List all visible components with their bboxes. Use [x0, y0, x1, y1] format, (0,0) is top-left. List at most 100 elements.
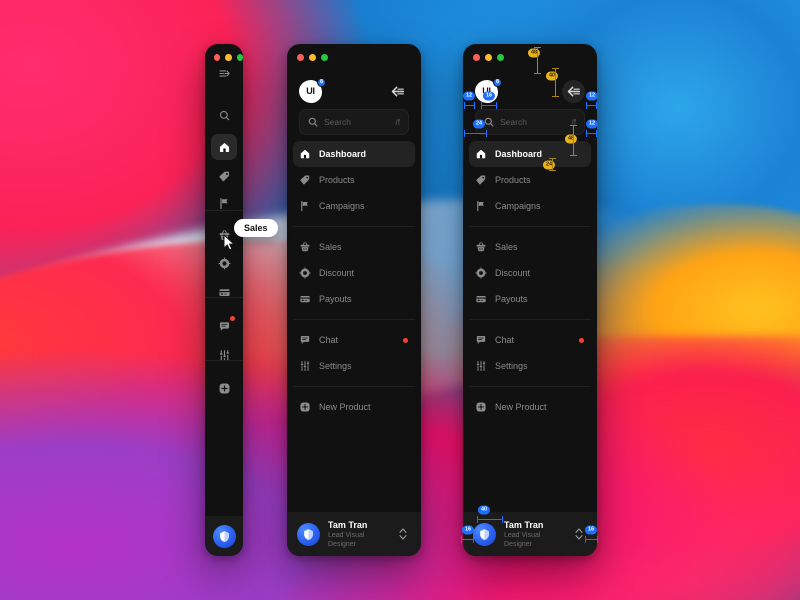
sidebar-item-label: Payouts [495, 294, 528, 304]
rail-item-campaigns[interactable] [211, 190, 237, 216]
sidebar-item-discount[interactable]: Discount [293, 260, 415, 286]
rail-item-dashboard[interactable] [211, 134, 237, 160]
collapse-sidebar-button[interactable] [386, 80, 409, 103]
rail-item-products[interactable] [211, 163, 237, 189]
chevron-updown-icon[interactable] [571, 526, 587, 542]
minimize-button[interactable] [485, 54, 492, 61]
nav-divider [293, 319, 415, 320]
sidebar-item-payouts[interactable]: Payouts [469, 286, 591, 312]
sidebar-item-campaigns[interactable]: Campaigns [293, 193, 415, 219]
sidebar-item-label: Discount [495, 268, 531, 278]
avatar[interactable] [297, 522, 320, 546]
app-logo-badge: 8 [317, 77, 326, 87]
arrow-cursor [223, 233, 236, 256]
sidebar-item-settings[interactable]: Settings [469, 353, 591, 379]
home-icon [299, 148, 311, 160]
card-icon [299, 293, 311, 305]
collapsed-user-footer[interactable] [205, 516, 243, 556]
arrow-right-collapse-icon [218, 67, 231, 80]
sidebar-item-label: Chat [495, 335, 515, 345]
user-meta: Tam Tran Lead Visual Designer [328, 520, 387, 549]
search-placeholder: Search [324, 117, 351, 127]
maximize-button[interactable] [236, 54, 243, 61]
sidebar-item-discount[interactable]: Discount [469, 260, 591, 286]
sidebar-item-settings[interactable]: Settings [293, 353, 415, 379]
user-role: Lead Visual Designer [504, 531, 541, 548]
search-input[interactable]: Search /f [475, 109, 585, 135]
card-icon [475, 293, 487, 305]
collapsed-sidebar-window [205, 44, 243, 556]
sidebar-item-label: Settings [495, 361, 528, 371]
sidebar-item-campaigns[interactable]: Campaigns [469, 193, 591, 219]
search-icon [484, 117, 494, 127]
minimize-button[interactable] [309, 54, 316, 61]
chat-icon [475, 334, 487, 346]
chevron-updown-icon[interactable] [395, 526, 411, 542]
collapse-sidebar-button[interactable] [562, 79, 585, 103]
collapsed-rail [205, 61, 243, 556]
sidebar-item-sales[interactable]: Sales [293, 234, 415, 260]
discount-icon [475, 267, 487, 279]
tag-icon [475, 174, 487, 186]
close-button[interactable] [297, 54, 304, 61]
rail-item-payouts[interactable] [211, 279, 237, 305]
notification-dot [230, 316, 235, 321]
flag-icon [475, 200, 487, 212]
user-role: Lead Visual Designer [328, 531, 365, 548]
sidebar-item-label: New Product [319, 402, 371, 412]
nav-divider [293, 226, 415, 227]
rail-item-expand[interactable] [211, 60, 237, 86]
maximize-button[interactable] [497, 54, 504, 61]
sidebar-item-label: Chat [319, 335, 339, 345]
flag-icon [299, 200, 311, 212]
sidebar-item-label: Settings [319, 361, 352, 371]
sliders-icon [475, 360, 487, 372]
window-traffic-lights [463, 44, 597, 61]
user-footer[interactable]: Tam Tran Lead Visual Designer [463, 512, 597, 556]
sidebar-item-sales[interactable]: Sales [469, 234, 591, 260]
sidebar-item-label: Campaigns [495, 201, 541, 211]
home-icon [475, 148, 487, 160]
spec-sidebar-window: UI 8 Search /f Dashboard Products Campaign… [463, 44, 597, 556]
sidebar-item-new-product[interactable]: New Product [293, 394, 415, 420]
sidebar-item-label: Campaigns [319, 201, 365, 211]
sidebar-item-products[interactable]: Products [293, 167, 415, 193]
discount-icon [299, 267, 311, 279]
sidebar-item-dashboard[interactable]: Dashboard [293, 141, 415, 167]
rail-divider-2 [205, 297, 243, 298]
search-shortcut: /f [395, 117, 400, 127]
sliders-icon [299, 360, 311, 372]
search-icon [218, 109, 231, 122]
sidebar-item-chat[interactable]: Chat [293, 327, 415, 353]
maximize-button[interactable] [321, 54, 328, 61]
sidebar-item-label: Discount [319, 268, 355, 278]
rail-item-chat[interactable] [211, 313, 237, 339]
flag-icon [218, 197, 231, 210]
avatar[interactable] [473, 522, 496, 546]
close-button[interactable] [473, 54, 480, 61]
sidebar-item-products[interactable]: Products [469, 167, 591, 193]
rail-item-settings[interactable] [211, 342, 237, 368]
nav-divider [469, 319, 591, 320]
rail-divider-3 [205, 360, 243, 361]
rail-item-new[interactable] [211, 375, 237, 401]
sidebar-header: UI 8 [287, 61, 421, 109]
user-footer[interactable]: Tam Tran Lead Visual Designer [287, 512, 421, 556]
app-logo[interactable]: UI 8 [475, 77, 502, 103]
app-logo[interactable]: UI 8 [299, 77, 326, 103]
expanded-sidebar-window: UI 8 Search /f Dashboard Products Campaign… [287, 44, 421, 556]
app-logo-badge: 8 [493, 77, 502, 87]
sidebar-item-payouts[interactable]: Payouts [293, 286, 415, 312]
avatar[interactable] [212, 524, 236, 548]
sidebar-item-label: Sales [319, 242, 342, 252]
search-input[interactable]: Search /f [299, 109, 409, 135]
sidebar-item-new-product[interactable]: New Product [469, 394, 591, 420]
rail-item-search[interactable] [211, 102, 237, 128]
search-placeholder: Search [500, 117, 527, 127]
sidebar-item-dashboard[interactable]: Dashboard [469, 141, 591, 167]
discount-icon [217, 256, 231, 270]
sidebar-item-chat[interactable]: Chat [469, 327, 591, 353]
nav-divider [469, 386, 591, 387]
sidebar-header: UI 8 [463, 61, 597, 109]
user-name: Tam Tran [504, 519, 544, 530]
